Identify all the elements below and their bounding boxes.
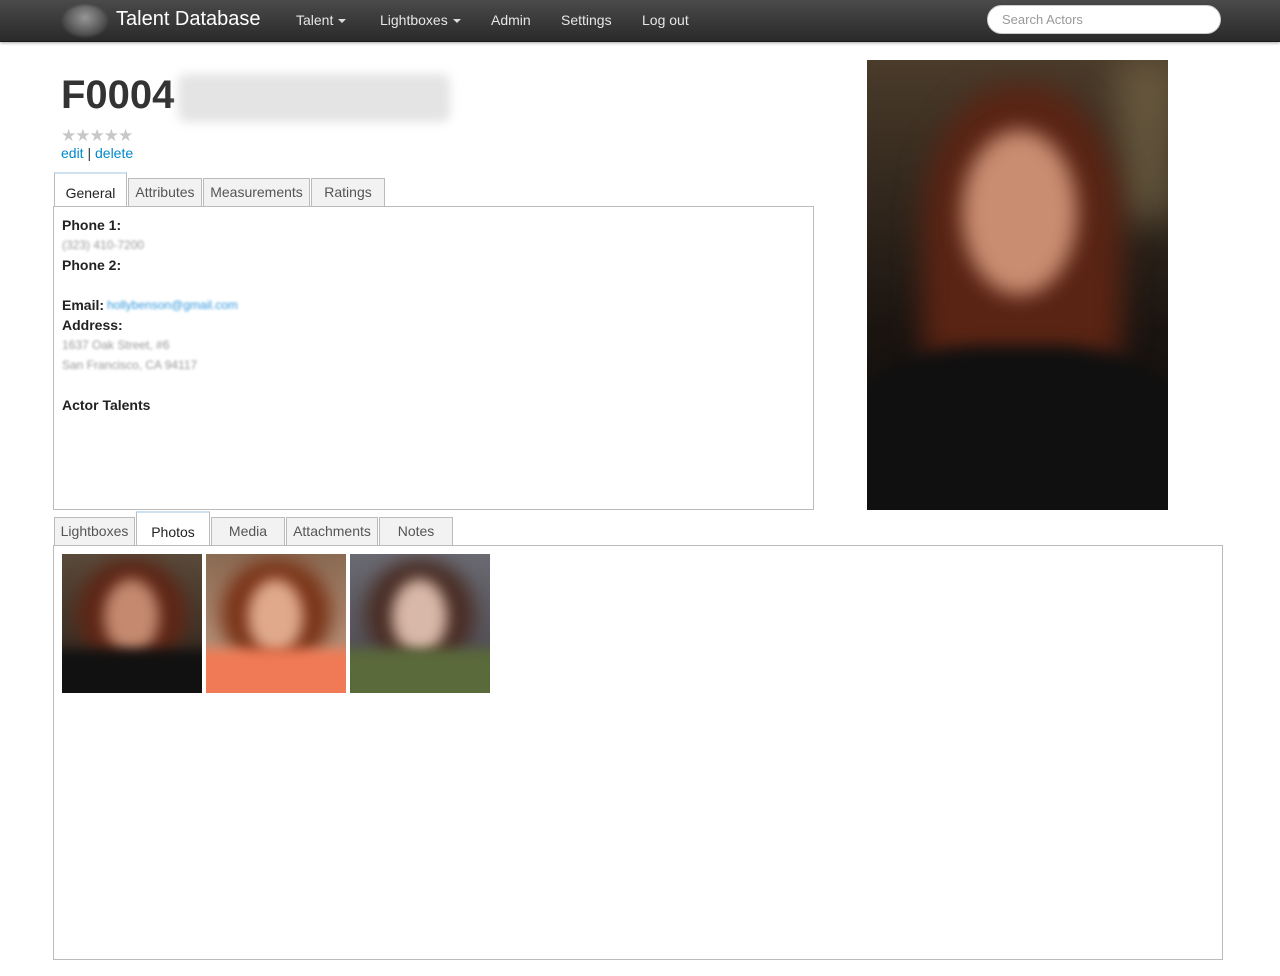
photo-thumbnail[interactable] [62, 554, 202, 693]
tab-attributes[interactable]: Attributes [128, 178, 202, 207]
separator: | [87, 145, 92, 161]
phone2-label: Phone 2: [62, 257, 122, 273]
nav-talent[interactable]: Talent [296, 12, 347, 28]
nav-talent-label: Talent [296, 12, 334, 28]
actor-talents-label: Actor Talents [62, 397, 151, 413]
thumb-body [206, 649, 346, 693]
actor-id-title: F0004 [61, 73, 175, 117]
phone1-value: (323) 410-7200 [62, 238, 145, 252]
tab-lightboxes[interactable]: Lightboxes [54, 517, 135, 546]
address-label: Address: [62, 317, 123, 333]
nav-admin[interactable]: Admin [491, 12, 531, 28]
actor-actions: edit | delete [61, 145, 133, 161]
thumb-face [104, 579, 159, 654]
general-panel: Phone 1: (323) 410-7200 Phone 2: Email: … [53, 206, 814, 510]
delete-link[interactable]: delete [95, 145, 133, 161]
photo-thumbnail[interactable] [350, 554, 490, 693]
tab-attachments[interactable]: Attachments [286, 517, 378, 546]
top-navbar: Talent Database Talent Lightboxes Admin … [0, 0, 1280, 42]
photo-face [962, 130, 1077, 295]
tab-ratings[interactable]: Ratings [311, 178, 385, 207]
edit-link[interactable]: edit [61, 145, 84, 161]
redacted-actor-name [178, 74, 450, 122]
caret-down-icon [338, 19, 347, 24]
email-link[interactable]: hollybenson@gmail.com [107, 298, 238, 312]
logo-icon[interactable] [62, 5, 108, 37]
email-label: Email: [62, 297, 105, 313]
tab-photos[interactable]: Photos [136, 511, 210, 546]
tab-notes[interactable]: Notes [379, 517, 453, 546]
thumb-body [62, 649, 202, 693]
caret-down-icon [452, 19, 461, 24]
search-input[interactable] [987, 5, 1221, 34]
photo-background [1117, 60, 1168, 220]
thumb-body [350, 649, 490, 693]
nav-logout[interactable]: Log out [642, 12, 689, 28]
nav-lightboxes[interactable]: Lightboxes [380, 12, 461, 28]
tab-media[interactable]: Media [211, 517, 285, 546]
tab-general[interactable]: General [54, 172, 127, 207]
address-line1: 1637 Oak Street, #6 [62, 338, 170, 352]
headshot-photo[interactable] [867, 60, 1168, 510]
rating-stars[interactable]: ★★★★★ [61, 126, 133, 146]
phone1-label: Phone 1: [62, 217, 122, 233]
thumb-face [248, 579, 303, 654]
nav-lightboxes-label: Lightboxes [380, 12, 448, 28]
photo-thumbnail[interactable] [206, 554, 346, 693]
photo-body [867, 345, 1168, 510]
address-line2: San Francisco, CA 94117 [62, 358, 198, 372]
tab-measurements[interactable]: Measurements [203, 178, 310, 207]
nav-settings[interactable]: Settings [561, 12, 612, 28]
brand-title[interactable]: Talent Database [116, 8, 261, 31]
thumb-face [392, 579, 447, 654]
